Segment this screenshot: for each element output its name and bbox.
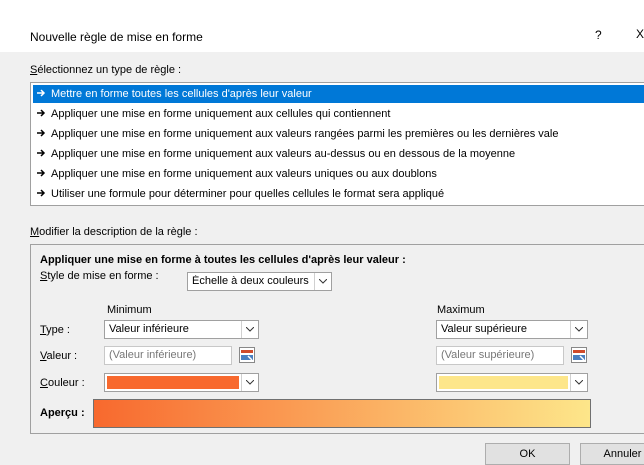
max-type-value: Valeur supérieure [441, 323, 528, 335]
rule-type-item[interactable]: Appliquer une mise en forme uniquement a… [33, 125, 644, 143]
min-color-select[interactable] [104, 373, 259, 392]
rule-type-item-label: Utiliser une formule pour déterminer pou… [51, 188, 445, 200]
close-button[interactable]: X [636, 27, 644, 41]
right-arrow-icon [37, 105, 47, 123]
rule-type-item-label: Mettre en forme toutes les cellules d'ap… [51, 88, 312, 100]
maximum-header: Maximum [437, 304, 485, 316]
select-type-label: Sélectionnez un type de règle : [30, 64, 181, 76]
chevron-down-icon[interactable] [570, 321, 587, 338]
modify-description-label: Modifier la description de la règle : [30, 226, 198, 238]
preview-gradient [93, 399, 591, 428]
max-value-placeholder: (Valeur supérieure) [441, 349, 535, 361]
rule-type-item[interactable]: Utiliser une formule pour déterminer pou… [33, 185, 644, 203]
rule-type-item[interactable]: Appliquer une mise en forme uniquement a… [33, 165, 644, 183]
min-type-select[interactable]: Valeur inférieure [104, 320, 259, 339]
style-select[interactable]: Échelle à deux couleurs [187, 272, 332, 291]
max-color-select[interactable] [436, 373, 588, 392]
min-value-input[interactable]: (Valeur inférieure) [104, 346, 232, 365]
cancel-button[interactable]: Annuler [580, 443, 644, 465]
style-select-value: Échelle à deux couleurs [192, 275, 309, 287]
chevron-down-icon[interactable] [570, 374, 587, 391]
color-label-mnemonic: C [40, 377, 48, 389]
description-heading: Appliquer une mise en forme à toutes les… [40, 254, 406, 266]
preview-label: Aperçu : [40, 407, 85, 419]
chevron-down-icon[interactable] [241, 374, 258, 391]
max-value-input[interactable]: (Valeur supérieure) [436, 346, 564, 365]
type-label-text: ype : [46, 324, 70, 336]
style-label-text: tyle de mise en forme : [47, 270, 159, 282]
rule-type-list[interactable]: Mettre en forme toutes les cellules d'ap… [30, 82, 644, 206]
range-picker-icon[interactable] [239, 347, 255, 363]
rule-type-item-label: Appliquer une mise en forme uniquement a… [51, 148, 516, 160]
rule-type-item-label: Appliquer une mise en forme uniquement a… [51, 168, 437, 180]
right-arrow-icon [37, 85, 47, 103]
range-picker-icon[interactable] [571, 347, 587, 363]
min-value-placeholder: (Valeur inférieure) [109, 349, 197, 361]
right-arrow-icon [37, 125, 47, 143]
ok-button[interactable]: OK [485, 443, 570, 465]
chevron-down-icon[interactable] [241, 321, 258, 338]
color-label: Couleur : [40, 377, 85, 389]
color-label-text: ouleur : [47, 377, 85, 389]
right-arrow-icon [37, 185, 47, 203]
min-color-swatch [107, 376, 239, 389]
chevron-down-icon[interactable] [314, 273, 331, 290]
rule-type-item[interactable]: Appliquer une mise en forme uniquement a… [33, 105, 644, 123]
modify-label-text: odifier la description de la règle : [39, 226, 198, 238]
value-label-text: aleur : [46, 350, 78, 362]
minimum-header: Minimum [107, 304, 152, 316]
title-bar [0, 0, 644, 52]
max-color-swatch [439, 376, 568, 389]
rule-type-item[interactable]: Mettre en forme toutes les cellules d'ap… [33, 85, 644, 103]
help-button[interactable]: ? [595, 28, 602, 42]
right-arrow-icon [37, 145, 47, 163]
value-label: Valeur : [40, 350, 77, 362]
style-label: Style de mise en forme : [40, 270, 159, 282]
min-type-value: Valeur inférieure [109, 323, 189, 335]
rule-type-item-label: Appliquer une mise en forme uniquement a… [51, 108, 391, 120]
rule-type-item-label: Appliquer une mise en forme uniquement a… [51, 128, 559, 140]
max-type-select[interactable]: Valeur supérieure [436, 320, 588, 339]
rule-type-item[interactable]: Appliquer une mise en forme uniquement a… [33, 145, 644, 163]
select-type-label-text: électionnez un type de règle : [37, 64, 182, 76]
modify-label-mnemonic: M [30, 226, 40, 238]
type-label: Type : [40, 324, 70, 336]
right-arrow-icon [37, 165, 47, 183]
dialog-title: Nouvelle règle de mise en forme [30, 30, 203, 44]
